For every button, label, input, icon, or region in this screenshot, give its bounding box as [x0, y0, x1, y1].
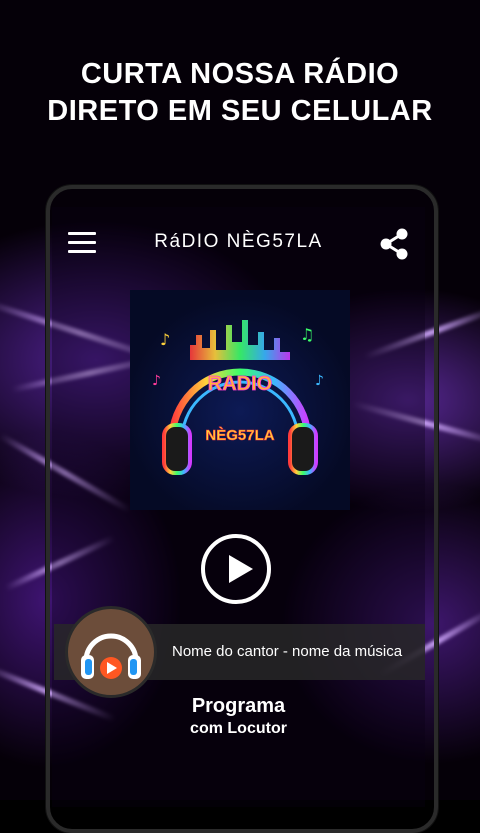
play-button[interactable]: [201, 534, 271, 604]
promo-headline: CURTA NOSSA RÁDIO DIRETO EM SEU CELULAR: [0, 56, 480, 130]
svg-text:♪: ♪: [160, 330, 170, 349]
share-icon[interactable]: [379, 228, 409, 260]
svg-text:♪: ♪: [152, 373, 161, 389]
program-host: com Locutor: [190, 720, 287, 737]
now-playing-text: Nome do cantor - nome da música: [172, 643, 403, 660]
program-info: Programa com Locutor: [52, 695, 425, 738]
logo-text-station: NÈG57LA: [205, 427, 274, 444]
station-cover-art: ♪ ♫ ♪ ♪ RADIO NÈG57LA: [130, 290, 350, 510]
program-title: Programa: [191, 695, 286, 717]
headline-line-1: CURTA NOSSA RÁDIO: [80, 58, 400, 90]
headline-line-2: DIRETO EM SEU CELULAR: [47, 95, 433, 127]
app-screen: RáDIO NÈG57LA ♪ ♫ ♪ ♪ RADIO NÈG57LA Nome…: [52, 207, 425, 807]
program-avatar: [65, 606, 157, 698]
headphones-icon: [81, 633, 141, 679]
radio-headphones-logo: ♪ ♫ ♪ ♪ RADIO NÈG57LA: [152, 320, 324, 475]
app-title: RáDIO NÈG57LA: [154, 231, 323, 252]
app-toolbar: RáDIO NÈG57LA: [52, 207, 425, 279]
logo-text-radio: RADIO: [208, 373, 272, 395]
svg-text:♫: ♫: [300, 325, 314, 344]
svg-text:♪: ♪: [315, 373, 324, 389]
play-icon: [229, 555, 253, 583]
